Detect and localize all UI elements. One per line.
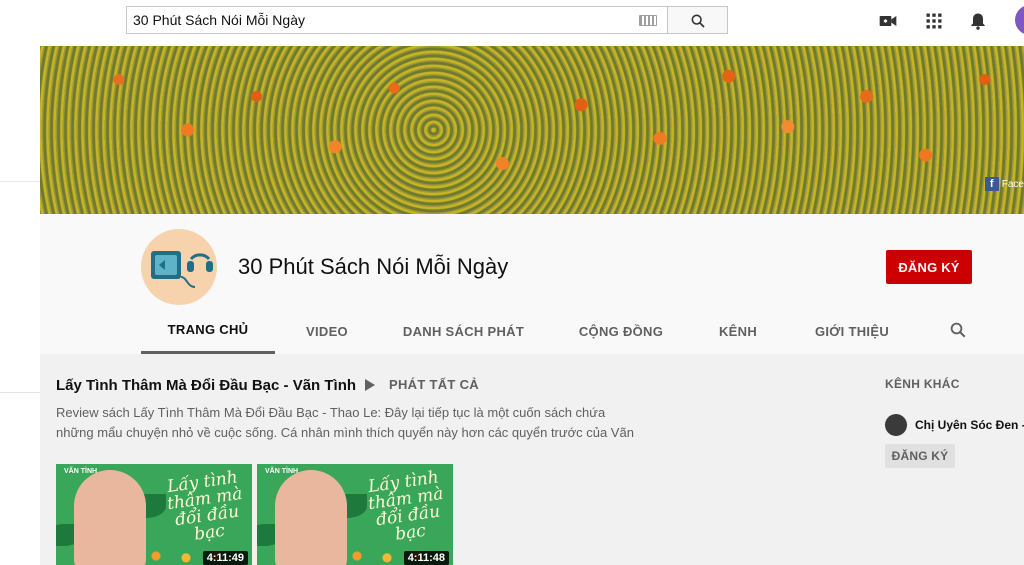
thumbnail-brand: VÃN TÌNH [64, 468, 98, 475]
tab-playlists[interactable]: DANH SÁCH PHÁT [396, 308, 531, 354]
search-button[interactable] [667, 6, 728, 34]
subscribe-button[interactable]: ĐĂNG KÝ [886, 250, 972, 284]
portrait-illustration [74, 470, 146, 565]
top-bar [0, 0, 1024, 46]
play-all-button[interactable]: PHÁT TẤT CẢ [365, 377, 479, 392]
video-duration: 4:11:49 [202, 551, 248, 565]
video-thumbnail[interactable]: VÃN TÌNH Lấy tình thâm mà đổi đầu bạc 4:… [257, 464, 453, 565]
tab-about[interactable]: GIỚI THIỆU [806, 308, 898, 354]
audiobook-logo-icon [151, 251, 213, 288]
shelf-description: Review sách Lấy Tình Thâm Mà Đổi Đầu Bạc… [56, 403, 656, 443]
left-rail [0, 46, 40, 565]
thumbnail-brand: VÃN TÌNH [265, 468, 299, 475]
apps-grid-icon[interactable] [924, 11, 944, 31]
tab-videos[interactable]: VIDEO [291, 308, 363, 354]
rail-divider [0, 181, 40, 182]
shelf-description-line: Review sách Lấy Tình Thâm Mà Đổi Đầu Bạc… [56, 405, 606, 420]
channel-avatar[interactable] [141, 229, 217, 305]
search-input[interactable] [133, 7, 623, 33]
play-all-label: PHÁT TẤT CẢ [389, 377, 479, 392]
other-channels-title: KÊNH KHÁC [885, 377, 960, 391]
channel-banner: f Face [40, 46, 1024, 214]
search-box[interactable] [126, 6, 667, 34]
other-channel-subscribe-button[interactable]: ĐĂNG KÝ [885, 444, 955, 468]
shelf-title[interactable]: Lấy Tình Thâm Mà Đổi Đầu Bạc - Vãn Tình [56, 377, 356, 394]
thumbnail-script: Lấy tình thâm mà đổi đầu bạc [366, 467, 445, 545]
banner-social-label: Face [1001, 178, 1024, 190]
channel-title: 30 Phút Sách Nói Mỗi Ngày [238, 254, 509, 279]
tab-channels[interactable]: KÊNH [707, 308, 769, 354]
thumbnail-script: Lấy tình thâm mà đổi đầu bạc [165, 467, 244, 545]
tab-home[interactable]: TRANG CHỦ [141, 308, 275, 354]
video-duration: 4:11:48 [403, 551, 449, 565]
facebook-icon: f [984, 177, 999, 191]
channel-search-icon[interactable] [949, 321, 967, 339]
rail-divider [0, 392, 40, 393]
other-channel-name[interactable]: Chị Uyên Sóc Đen - [915, 418, 1024, 432]
other-channel-avatar[interactable] [885, 414, 907, 436]
video-camera-icon[interactable] [878, 11, 898, 31]
portrait-illustration [275, 470, 347, 565]
shelf-description-line: những mẩu chuyện nhỏ về cuộc sống. Cá nh… [56, 425, 634, 440]
keyboard-icon[interactable] [639, 15, 657, 26]
bell-icon[interactable] [968, 11, 988, 31]
play-icon [365, 378, 375, 391]
search-icon [691, 14, 705, 28]
tab-community[interactable]: CỘNG ĐỒNG [569, 308, 673, 354]
user-avatar[interactable] [1015, 5, 1024, 35]
video-thumbnail[interactable]: VÃN TÌNH Lấy tình thâm mà đổi đầu bạc 4:… [56, 464, 252, 565]
banner-social-link[interactable]: f Face [984, 176, 1024, 192]
